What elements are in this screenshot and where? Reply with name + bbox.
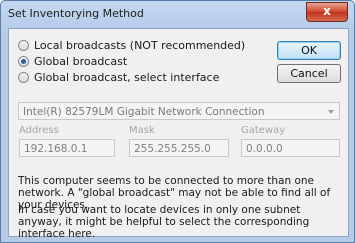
title-bar[interactable]: Set Inventorying Method x: [1, 1, 354, 27]
mask-field[interactable]: 255.255.255.0: [129, 139, 229, 157]
interface-select[interactable]: Intel(R) 82579LM Gigabit Network Connect…: [18, 102, 340, 120]
interface-select-value: Intel(R) 82579LM Gigabit Network Connect…: [23, 106, 265, 118]
radio-circle-icon: [18, 40, 29, 51]
address-label: Address: [19, 125, 59, 136]
dialog-window: Set Inventorying Method x Local broadcas…: [0, 0, 355, 243]
mask-label: Mask: [129, 125, 155, 136]
radio-selected-icon: [18, 56, 29, 67]
window-title: Set Inventorying Method: [8, 7, 144, 20]
gateway-field[interactable]: 0.0.0.0: [241, 139, 340, 157]
radio-label: Global broadcast, select interface: [34, 71, 220, 84]
ok-button[interactable]: OK: [277, 41, 341, 60]
radio-label: Local broadcasts (NOT recommended): [34, 39, 246, 52]
dialog-content: Local broadcasts (NOT recommended) Globa…: [8, 28, 349, 240]
radio-local-broadcasts[interactable]: Local broadcasts (NOT recommended): [18, 39, 245, 52]
radio-global-broadcast-select-interface[interactable]: Global broadcast, select interface: [18, 71, 219, 84]
close-button[interactable]: x: [306, 2, 348, 22]
subnet-hint-note: In case you want to locate devices in on…: [18, 204, 310, 240]
radio-global-broadcast[interactable]: Global broadcast: [18, 55, 127, 68]
radio-label: Global broadcast: [34, 55, 128, 68]
gateway-label: Gateway: [241, 125, 286, 136]
chevron-down-icon: [328, 110, 334, 114]
radio-circle-icon: [18, 72, 29, 83]
address-field[interactable]: 192.168.0.1: [19, 139, 115, 157]
cancel-button[interactable]: Cancel: [277, 64, 341, 83]
